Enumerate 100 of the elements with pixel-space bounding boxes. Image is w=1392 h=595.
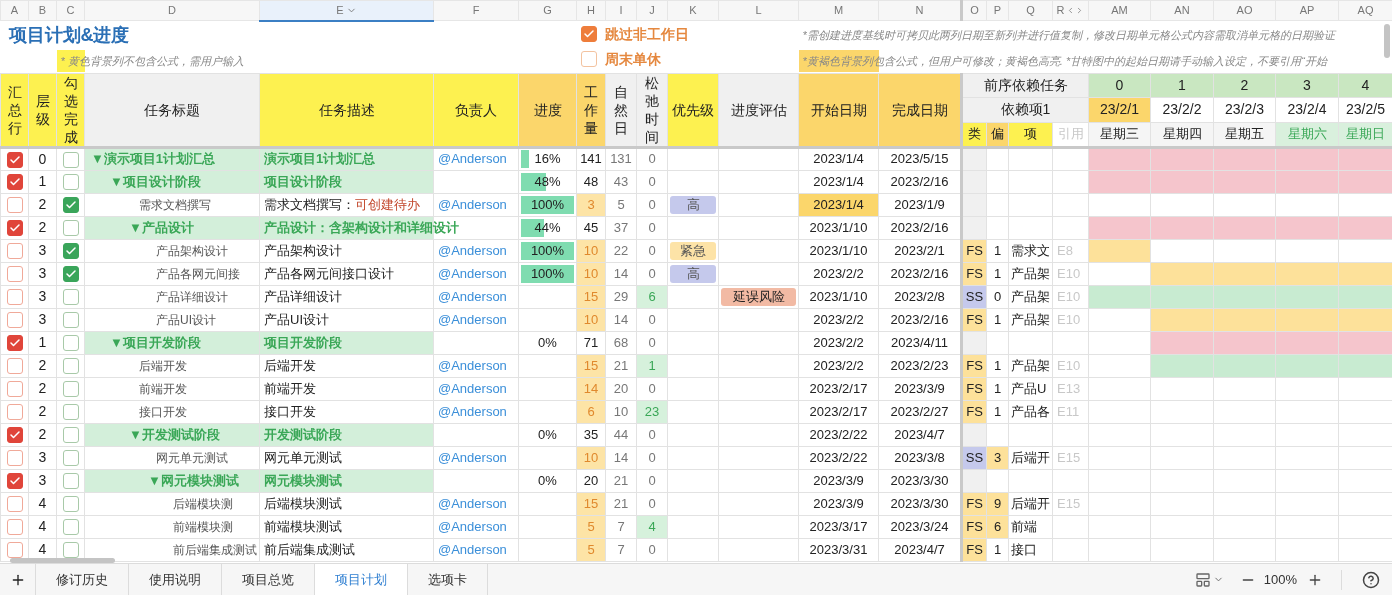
level-cell: 3 [28, 469, 57, 492]
level-cell: 2 [28, 193, 57, 216]
summary-checkbox[interactable] [6, 197, 23, 214]
help-icon[interactable] [1362, 570, 1380, 589]
summary-checkbox[interactable] [6, 496, 23, 513]
scrollbar-thumb[interactable] [1384, 24, 1390, 58]
summary-checkbox[interactable] [6, 151, 23, 168]
done-checkbox[interactable] [62, 266, 79, 283]
owner-cell[interactable]: @Anderson [433, 377, 519, 400]
column-header[interactable]: AN [1150, 0, 1214, 21]
column-title: 进度评估 [718, 73, 799, 147]
summary-checkbox[interactable] [6, 381, 23, 398]
summary-checkbox[interactable] [6, 243, 23, 260]
done-checkbox[interactable] [62, 174, 79, 191]
task-title: 接口开发 [84, 400, 260, 423]
owner-cell[interactable]: @Anderson [433, 285, 519, 308]
done-checkbox[interactable] [62, 450, 79, 467]
owner-cell[interactable]: @Anderson [433, 446, 519, 469]
sheet-tab[interactable]: 使用说明 [129, 564, 222, 595]
column-title: 任务标题 [84, 73, 260, 147]
done-checkbox[interactable] [62, 473, 79, 490]
owner-cell[interactable]: @Anderson [433, 193, 519, 216]
summary-checkbox[interactable] [6, 335, 23, 352]
dependency-offset: 1 [986, 239, 1009, 262]
task-description: 前后端集成测试 [264, 541, 355, 557]
done-checkbox[interactable] [62, 312, 79, 329]
column-header[interactable]: P [986, 0, 1009, 21]
sheet-tab[interactable]: 选项卡 [408, 564, 488, 595]
summary-checkbox[interactable] [6, 266, 23, 283]
option-checkbox[interactable] [580, 26, 597, 43]
summary-checkbox[interactable] [6, 404, 23, 421]
column-header[interactable]: H [576, 0, 606, 21]
column-header[interactable]: F [433, 0, 519, 21]
start-date: 2023/3/31 [798, 538, 879, 561]
column-header[interactable]: R [1052, 0, 1089, 21]
start-date: 2023/2/22 [798, 423, 879, 446]
summary-checkbox[interactable] [6, 174, 23, 191]
owner-cell[interactable]: @Anderson [433, 492, 519, 515]
owner-cell[interactable]: @Anderson [433, 538, 519, 561]
done-checkbox[interactable] [62, 358, 79, 375]
sheet-tab[interactable]: 项目计划 [315, 564, 408, 595]
slack-cell: 0 [636, 331, 668, 354]
column-header[interactable]: L [718, 0, 799, 21]
summary-checkbox[interactable] [6, 358, 23, 375]
column-header[interactable]: I [605, 0, 637, 21]
summary-checkbox[interactable] [6, 289, 23, 306]
column-header[interactable]: Q [1008, 0, 1053, 21]
done-checkbox[interactable] [62, 381, 79, 398]
owner-cell[interactable]: @Anderson [433, 239, 519, 262]
column-header[interactable]: E [259, 0, 434, 21]
summary-checkbox[interactable] [6, 312, 23, 329]
column-title: 汇总行 [0, 73, 29, 147]
level-cell: 2 [28, 377, 57, 400]
done-checkbox[interactable] [62, 220, 79, 237]
day-index: 4 [1338, 73, 1392, 98]
task-description: 前端模块测试 [264, 518, 342, 534]
summary-checkbox[interactable] [6, 542, 23, 559]
owner-cell[interactable]: @Anderson [433, 147, 519, 170]
slack-cell: 0 [636, 446, 668, 469]
column-header[interactable]: AP [1275, 0, 1339, 21]
column-header[interactable]: K [667, 0, 719, 21]
sheet-tab[interactable]: 修订历史 [36, 564, 129, 595]
done-checkbox[interactable] [62, 197, 79, 214]
column-header[interactable]: B [28, 0, 57, 21]
slack-cell: 0 [636, 538, 668, 561]
owner-cell[interactable]: @Anderson [433, 262, 519, 285]
done-checkbox[interactable] [62, 542, 79, 559]
column-header[interactable]: A [0, 0, 29, 21]
summary-checkbox[interactable] [6, 519, 23, 536]
owner-cell[interactable]: @Anderson [433, 515, 519, 538]
owner-cell[interactable]: @Anderson [433, 354, 519, 377]
done-checkbox[interactable] [62, 289, 79, 306]
summary-checkbox[interactable] [6, 473, 23, 490]
column-header[interactable]: C [56, 0, 85, 21]
owner-cell[interactable]: @Anderson [433, 400, 519, 423]
column-header[interactable]: O [961, 0, 987, 21]
column-header[interactable]: J [636, 0, 668, 21]
scrollbar-thumb[interactable] [10, 558, 115, 563]
summary-checkbox[interactable] [6, 427, 23, 444]
option-checkbox[interactable] [580, 51, 597, 67]
column-header[interactable]: M [798, 0, 879, 21]
done-checkbox[interactable] [62, 519, 79, 536]
done-checkbox[interactable] [62, 427, 79, 444]
summary-checkbox[interactable] [6, 450, 23, 467]
task-title: ▼开发测试阶段 [84, 423, 260, 446]
column-header[interactable]: AO [1213, 0, 1276, 21]
done-checkbox[interactable] [62, 404, 79, 421]
column-header[interactable]: D [84, 0, 260, 21]
column-header[interactable]: G [518, 0, 577, 21]
done-checkbox[interactable] [62, 496, 79, 513]
column-header[interactable]: AM [1088, 0, 1151, 21]
column-header[interactable]: AQ [1338, 0, 1392, 21]
done-checkbox[interactable] [62, 151, 79, 168]
done-checkbox[interactable] [62, 243, 79, 260]
owner-cell[interactable]: @Anderson [433, 308, 519, 331]
level-cell: 2 [28, 216, 57, 239]
slack-cell: 0 [636, 423, 668, 446]
summary-checkbox[interactable] [6, 220, 23, 237]
column-header[interactable]: N [878, 0, 962, 21]
done-checkbox[interactable] [62, 335, 79, 352]
